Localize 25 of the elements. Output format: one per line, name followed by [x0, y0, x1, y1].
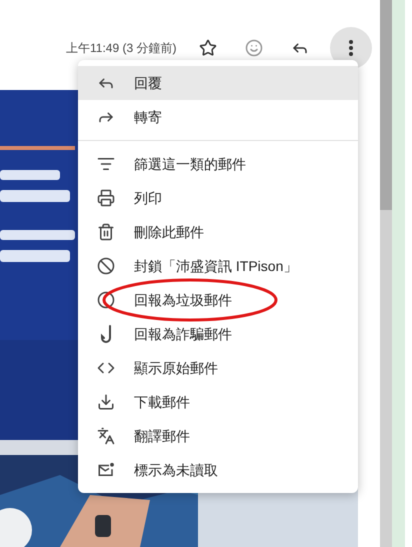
menu-item[interactable]: 轉寄 [78, 100, 358, 134]
menu-item[interactable]: 下載郵件 [78, 385, 358, 419]
circle-icon [97, 291, 115, 309]
menu-item[interactable]: 回報為垃圾郵件 [78, 283, 358, 317]
translate-icon [97, 427, 115, 445]
more-icon [349, 40, 353, 56]
hook-icon [101, 325, 111, 343]
filter-icon [97, 155, 115, 173]
menu-item[interactable]: 顯示原始郵件 [78, 351, 358, 385]
unread-mail-icon [97, 461, 115, 479]
menu-item[interactable]: 回報為詐騙郵件 [78, 317, 358, 351]
timestamp: 上午11:49 (3 分鐘前) [66, 40, 178, 57]
menu-item[interactable]: 篩選這一類的郵件 [78, 147, 358, 181]
star-icon [199, 39, 217, 57]
menu-item[interactable]: 封鎖「沛盛資訊 ITPison」 [78, 249, 358, 283]
smiley-icon [245, 39, 263, 57]
download-icon [97, 393, 115, 411]
trash-icon [97, 223, 115, 241]
menu-item[interactable]: 刪除此郵件 [78, 215, 358, 249]
menu-item[interactable]: 回覆 [78, 66, 358, 100]
menu-item[interactable]: 列印 [78, 181, 358, 215]
menu-item[interactable]: 翻譯郵件 [78, 419, 358, 453]
printer-icon [97, 189, 115, 207]
block-icon [97, 257, 115, 275]
menu-item[interactable]: 標示為未讀取 [78, 453, 358, 487]
